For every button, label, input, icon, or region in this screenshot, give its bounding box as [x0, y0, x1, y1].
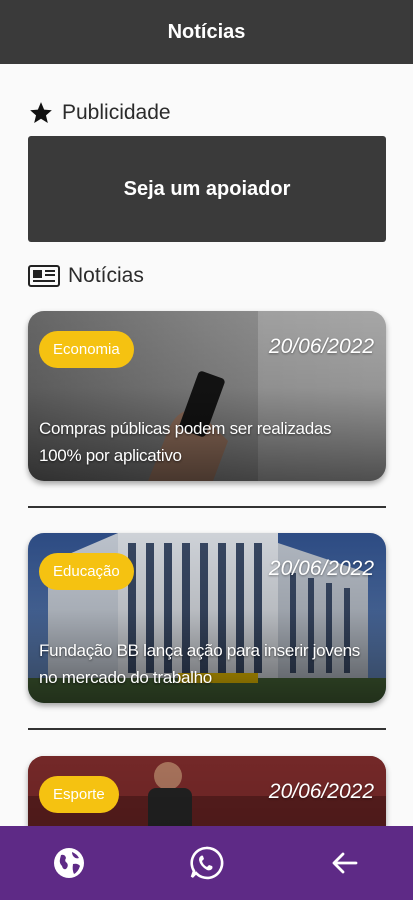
news-feed[interactable]: Publicidade Seja um apoiador Notícias Ec… [0, 64, 413, 826]
news-title: Compras públicas podem ser realizadas 10… [39, 419, 332, 465]
newspaper-icon [28, 264, 60, 288]
news-card[interactable]: Economia 20/06/2022 Compras públicas pod… [28, 311, 386, 481]
news-section-title: Notícias [68, 264, 144, 287]
globe-button[interactable] [39, 833, 99, 893]
divider [28, 506, 386, 508]
whatsapp-icon [188, 845, 224, 881]
ad-banner-text: Seja um apoiador [123, 177, 291, 200]
globe-icon [52, 846, 86, 880]
category-badge: Esporte [39, 776, 119, 813]
news-title: Fundação BB lança ação para inserir jove… [39, 641, 360, 687]
news-card[interactable]: Esporte 20/06/2022 [28, 756, 386, 826]
ads-section-title: Publicidade [62, 101, 171, 124]
news-card[interactable]: Educação 20/06/2022 Fundação BB lança aç… [28, 533, 386, 703]
back-button[interactable] [314, 833, 374, 893]
whatsapp-button[interactable] [176, 833, 236, 893]
news-date: 20/06/2022 [268, 557, 374, 580]
ad-banner[interactable]: Seja um apoiador [28, 136, 386, 242]
page-title: Notícias [167, 20, 246, 43]
app-bar: Notícias [0, 0, 413, 64]
star-icon [28, 100, 54, 126]
back-arrow-icon [329, 848, 359, 878]
category-badge: Economia [39, 331, 134, 368]
ads-section-header: Publicidade [28, 100, 171, 126]
divider [28, 728, 386, 730]
news-section-header: Notícias [28, 264, 144, 288]
bottom-navigation [0, 826, 413, 900]
news-date: 20/06/2022 [268, 335, 374, 358]
news-date: 20/06/2022 [268, 780, 374, 803]
category-badge: Educação [39, 553, 134, 590]
